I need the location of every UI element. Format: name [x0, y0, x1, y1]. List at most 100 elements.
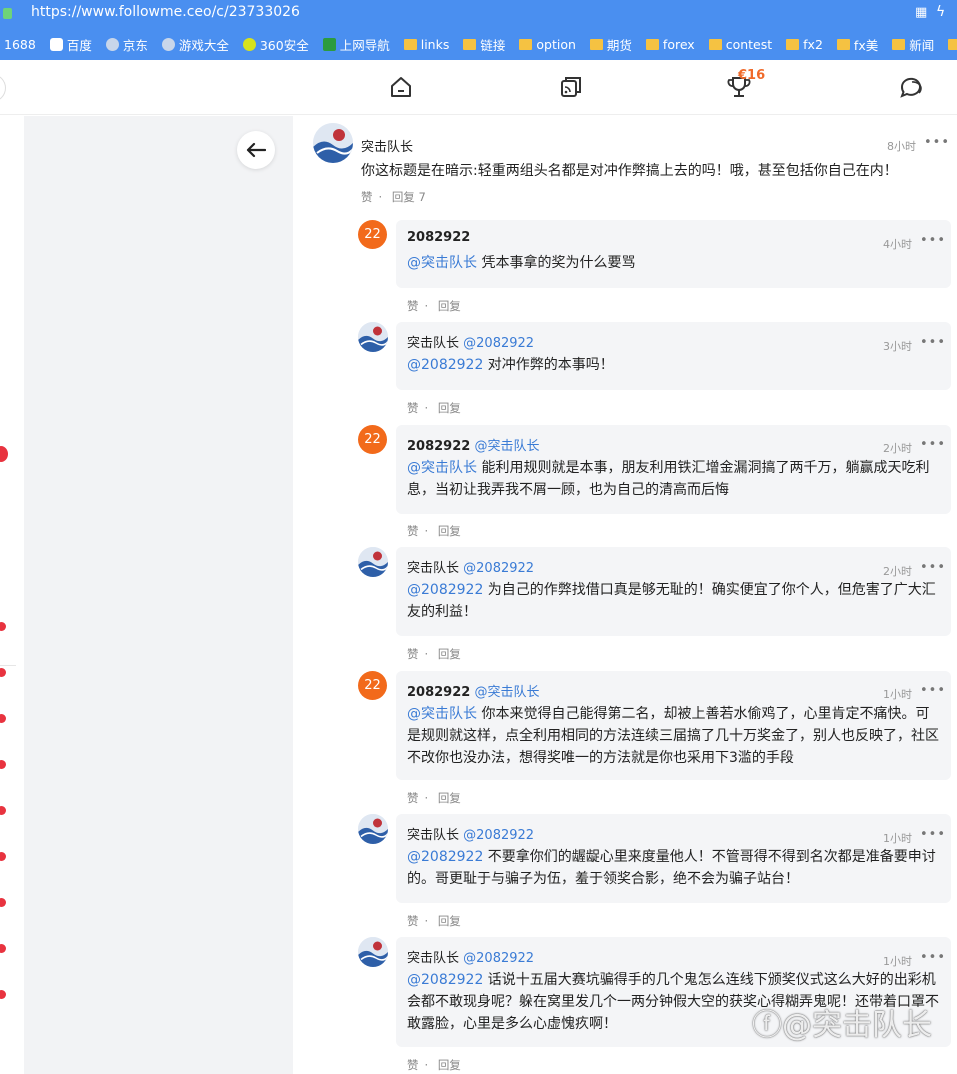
folder-icon: [645, 38, 659, 50]
mention-link[interactable]: @突击队长: [407, 460, 477, 476]
bolt-icon[interactable]: ϟ: [936, 4, 945, 20]
more-icon[interactable]: •••: [924, 135, 950, 150]
reply-time: 1小时: [883, 688, 912, 701]
like-button[interactable]: 赞: [407, 299, 419, 313]
coin-badge: €16: [738, 68, 766, 83]
mention-link[interactable]: @突击队长: [407, 255, 477, 271]
qr-code-icon[interactable]: ▦: [915, 5, 927, 20]
folder-icon: [708, 38, 722, 50]
mention-link[interactable]: @突击队长: [407, 706, 477, 722]
reply-button[interactable]: 回复: [438, 1058, 461, 1072]
like-button[interactable]: 赞: [407, 914, 419, 928]
bookmark-360[interactable]: 360安全: [242, 35, 309, 54]
more-icon[interactable]: •••: [920, 683, 946, 698]
reply-author[interactable]: 突击队长: [407, 951, 459, 966]
back-button[interactable]: [237, 131, 275, 169]
bookmark-news[interactable]: 新闻: [892, 35, 934, 54]
bookmark-navigation[interactable]: 上网导航: [322, 35, 390, 54]
reply-author[interactable]: 突击队长: [407, 336, 459, 351]
reply-button[interactable]: 回复: [438, 299, 461, 313]
more-icon[interactable]: •••: [920, 233, 946, 248]
mention-link[interactable]: @2082922: [407, 357, 483, 373]
avatar[interactable]: 22: [358, 671, 387, 700]
url-text[interactable]: https://www.followme.ceo/c/23733026: [31, 4, 300, 20]
reply-to[interactable]: @突击队长: [474, 685, 539, 700]
reply-to[interactable]: @2082922: [463, 336, 534, 351]
more-icon[interactable]: •••: [920, 560, 946, 575]
reply-bubble: 2082922 @突击队长 @突击队长 你本来觉得自己能得第二名，却被上善若水偷…: [396, 671, 951, 780]
bookmark-baidu[interactable]: 百度: [49, 35, 92, 54]
chat-icon[interactable]: [898, 74, 924, 100]
reply-button[interactable]: 回复: [438, 401, 461, 415]
reply-button[interactable]: 回复: [438, 647, 461, 661]
like-button[interactable]: 赞: [407, 524, 419, 538]
bookmark-contest[interactable]: contest: [708, 37, 772, 52]
bookmark-links[interactable]: links: [403, 37, 449, 52]
bookmark-option[interactable]: option: [519, 37, 576, 52]
list-dot: [0, 668, 6, 677]
reply-author[interactable]: 突击队长: [407, 561, 459, 576]
avatar[interactable]: [313, 123, 353, 163]
avatar[interactable]: [358, 547, 388, 577]
bookmark-forex[interactable]: forex: [645, 37, 695, 52]
reply-button[interactable]: 回复: [438, 524, 461, 538]
like-button[interactable]: 赞: [407, 647, 419, 661]
bookmark-fx2[interactable]: fx2: [786, 37, 823, 52]
reply-author[interactable]: 突击队长: [407, 828, 459, 843]
like-button[interactable]: 赞: [407, 401, 419, 415]
avatar[interactable]: [358, 814, 388, 844]
reply-button[interactable]: 回复: [438, 914, 461, 928]
avatar[interactable]: [358, 937, 388, 967]
avatar[interactable]: 22: [358, 220, 387, 249]
bookmark-fx-us[interactable]: fx美: [836, 35, 878, 54]
reply-to[interactable]: @2082922: [463, 828, 534, 843]
list-dot: [0, 944, 6, 953]
mention-link[interactable]: @2082922: [407, 972, 483, 988]
reply-text: @突击队长 你本来觉得自己能得第二名，却被上善若水偷鸡了，心里肯定不痛快。可是规…: [407, 706, 939, 766]
like-button[interactable]: 赞: [407, 1058, 419, 1072]
bookmark-games[interactable]: 游戏大全: [161, 35, 229, 54]
like-button[interactable]: 赞: [361, 190, 373, 204]
folder-icon: [589, 38, 603, 50]
avatar[interactable]: [358, 322, 388, 352]
reply-button[interactable]: 回复 7: [392, 190, 426, 204]
reply-button[interactable]: 回复: [438, 791, 461, 805]
reply-author[interactable]: 2082922: [407, 439, 470, 454]
side-toggle[interactable]: [0, 74, 6, 102]
comment-time: 8小时: [887, 140, 916, 153]
feed-icon[interactable]: [558, 74, 584, 100]
avatar[interactable]: 22: [358, 425, 387, 454]
home-icon[interactable]: [388, 74, 414, 100]
folder-icon: [786, 38, 800, 50]
bookmark-lianjie[interactable]: 链接: [463, 35, 505, 54]
more-icon[interactable]: •••: [920, 437, 946, 452]
reply-to[interactable]: @2082922: [463, 951, 534, 966]
360-icon: [242, 37, 256, 51]
more-icon[interactable]: •••: [920, 827, 946, 842]
reply-actions: 赞 · 回复: [407, 1058, 461, 1072]
notification-dot: [0, 446, 8, 462]
reply-bubble: 2082922 @突击队长 凭本事拿的奖为什么要骂: [396, 220, 951, 288]
reply-author[interactable]: 2082922: [407, 685, 470, 700]
arrow-left-icon: [246, 142, 266, 158]
secure-icon: [3, 8, 12, 19]
reply-to[interactable]: @突击队长: [474, 439, 539, 454]
mention-link[interactable]: @2082922: [407, 849, 483, 865]
comment-author[interactable]: 突击队长: [361, 136, 413, 155]
folder-icon: [836, 38, 850, 50]
list-dot: [0, 990, 6, 999]
bookmark-jd[interactable]: 京东: [105, 35, 148, 54]
bookmark-1688[interactable]: 1688: [4, 37, 36, 52]
bookmark-study[interactable]: 学习: [948, 35, 957, 54]
more-icon[interactable]: •••: [920, 335, 946, 350]
mention-link[interactable]: @2082922: [407, 582, 483, 598]
watermark: ⓕ@突击队长: [752, 1008, 932, 1043]
reply-author[interactable]: 2082922: [407, 230, 470, 245]
more-icon[interactable]: •••: [920, 950, 946, 965]
address-bar[interactable]: https://www.followme.ceo/c/23733026 ▦ ϟ: [0, 0, 957, 28]
like-button[interactable]: 赞: [407, 791, 419, 805]
reply-to[interactable]: @2082922: [463, 561, 534, 576]
reply-actions: 赞 · 回复: [407, 401, 461, 415]
globe-icon: [105, 37, 119, 51]
bookmark-futures[interactable]: 期货: [589, 35, 632, 54]
